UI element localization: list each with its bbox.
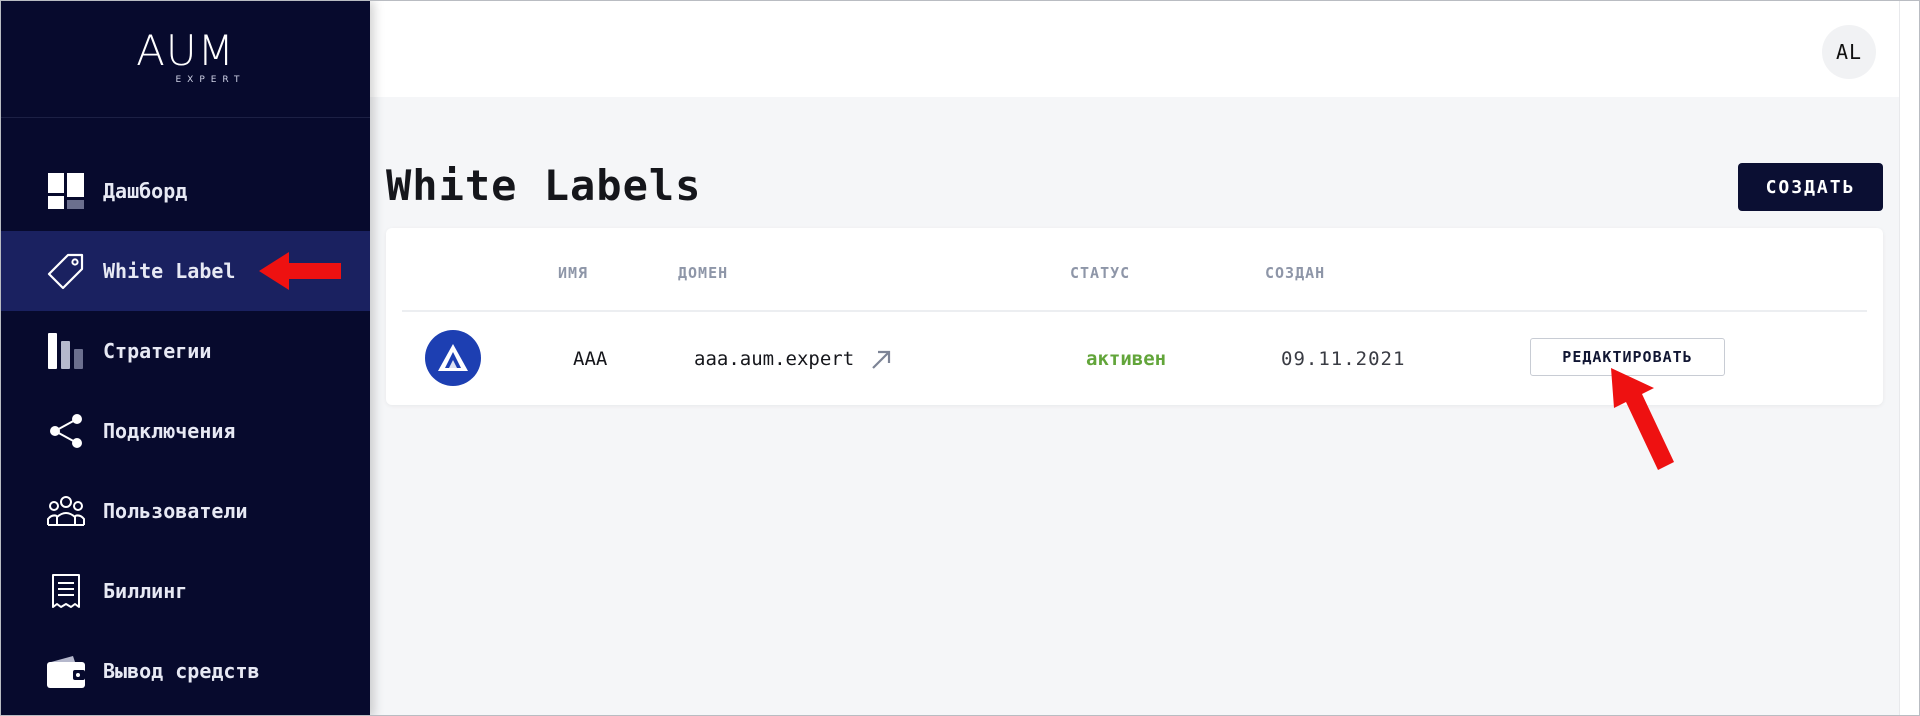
row-domain: aaa.aum.expert	[694, 348, 892, 371]
dashboard-icon	[47, 172, 85, 210]
sidebar-item-connections[interactable]: Подключения	[1, 391, 370, 471]
column-header-name[interactable]: ИМЯ	[558, 264, 588, 282]
users-icon	[47, 492, 85, 530]
sidebar-item-users[interactable]: Пользователи	[1, 471, 370, 551]
table-header: ИМЯ ДОМЕН СТАТУС СОЗДАН	[402, 228, 1867, 312]
logo-main-text: AUM	[136, 26, 235, 75]
sidebar-item-label: Стратегии	[103, 339, 212, 363]
column-header-created[interactable]: СОЗДАН	[1265, 264, 1325, 282]
top-bar: AL	[370, 1, 1919, 97]
sidebar-item-label: Биллинг	[103, 579, 188, 603]
column-header-status[interactable]: СТАТУС	[1070, 264, 1130, 282]
sidebar: AUM EXPERT Дашборд White Label Стратегии…	[1, 1, 370, 715]
wallet-icon	[47, 652, 85, 690]
domain-link[interactable]: aaa.aum.expert	[694, 348, 854, 370]
sidebar-item-label: Пользователи	[103, 499, 248, 523]
status-badge: активен	[1086, 348, 1167, 370]
annotation-arrow-left	[259, 252, 341, 290]
main-content: White Labels СОЗДАТЬ ИМЯ ДОМЕН СТАТУС СО…	[370, 97, 1919, 715]
tag-icon	[47, 252, 85, 290]
triangle-logo-icon	[425, 330, 481, 386]
sidebar-item-withdraw[interactable]: Вывод средств	[1, 631, 370, 711]
sidebar-item-strategies[interactable]: Стратегии	[1, 311, 370, 391]
strategies-icon	[47, 332, 85, 370]
share-icon	[47, 412, 85, 450]
sidebar-item-label: Дашборд	[103, 179, 188, 203]
row-created-date: 09.11.2021	[1281, 348, 1406, 370]
sidebar-item-label: Подключения	[103, 419, 236, 443]
logo[interactable]: AUM EXPERT	[1, 1, 370, 118]
page-title: White Labels	[386, 161, 702, 210]
create-button[interactable]: СОЗДАТЬ	[1738, 163, 1883, 211]
window-edge	[1899, 1, 1919, 715]
row-name: AAA	[573, 348, 608, 370]
app-window: AUM EXPERT Дашборд White Label Стратегии…	[0, 0, 1920, 716]
avatar[interactable]: AL	[1822, 25, 1876, 79]
annotation-arrow-up	[1611, 368, 1674, 470]
sidebar-item-billing[interactable]: Биллинг	[1, 551, 370, 631]
sidebar-item-dashboard[interactable]: Дашборд	[1, 151, 370, 231]
logo-sub-text: EXPERT	[175, 75, 246, 85]
column-header-domain[interactable]: ДОМЕН	[678, 264, 728, 282]
external-link-icon[interactable]	[870, 349, 892, 371]
sidebar-nav: Дашборд White Label Стратегии Подключени…	[1, 151, 370, 711]
sidebar-item-label: Вывод средств	[103, 659, 260, 683]
receipt-icon	[47, 572, 85, 610]
sidebar-item-white-label[interactable]: White Label	[1, 231, 370, 311]
sidebar-item-label: White Label	[103, 259, 236, 283]
